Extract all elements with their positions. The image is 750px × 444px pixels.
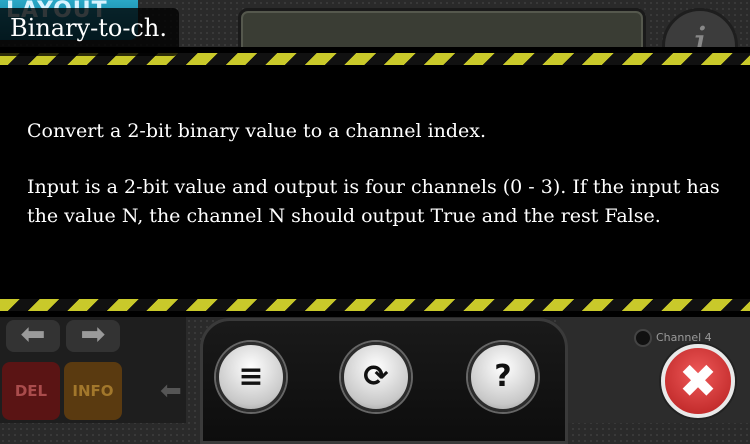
channel-label: Channel 4 [656,331,712,344]
menu-button[interactable]: ≡ [216,342,286,412]
list-menu-icon: ≡ [238,359,264,394]
modal-body: Convert a 2-bit binary value to a channe… [27,117,727,258]
back-arrow-icon[interactable]: ⬅ [6,320,60,352]
left-arrow-icon[interactable]: ⬅ [160,376,182,406]
channel-dot-icon [634,329,652,347]
info-button[interactable]: INFO [64,362,122,420]
puzzle-title: Binary-to-ch. [0,8,179,56]
reset-icon: ⟳ [363,359,389,394]
forward-arrow-icon[interactable]: ➡ [66,320,120,352]
description-modal: Convert a 2-bit binary value to a channe… [0,47,750,317]
question-mark-icon: ? [494,359,512,394]
close-icon: ✖ [678,354,718,408]
delete-button[interactable]: DEL [2,362,60,420]
help-button[interactable]: ? [468,342,538,412]
description-paragraph-1: Convert a 2-bit binary value to a channe… [27,120,487,142]
hazard-stripe-bottom [0,299,750,311]
description-paragraph-2: Input is a 2-bit value and output is fou… [27,176,720,227]
reset-button[interactable]: ⟳ [341,342,411,412]
close-button[interactable]: ✖ [661,344,735,418]
